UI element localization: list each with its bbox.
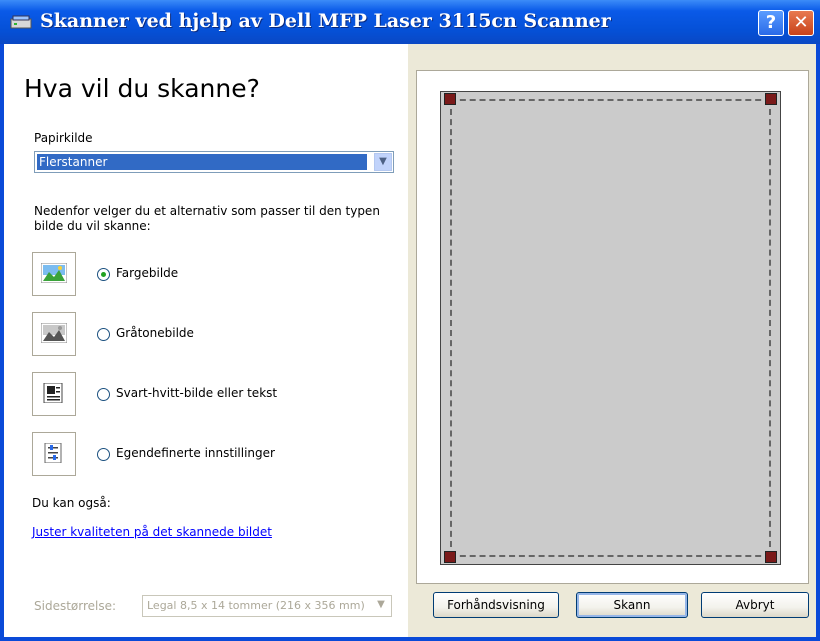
grayscale-picture-icon[interactable] bbox=[32, 312, 76, 356]
radio-custom-settings[interactable] bbox=[97, 448, 110, 461]
radio-color-picture[interactable] bbox=[97, 268, 110, 281]
scanner-icon bbox=[10, 15, 32, 29]
custom-settings-icon[interactable] bbox=[32, 432, 76, 476]
chevron-down-icon[interactable]: ▼ bbox=[374, 153, 392, 171]
radio-grayscale-picture[interactable] bbox=[97, 328, 110, 341]
window-title: Skanner ved hjelp av Dell MFP Laser 3115… bbox=[40, 10, 611, 32]
crop-handle-bottom-right[interactable] bbox=[765, 551, 777, 563]
paper-source-value: Flerstanner bbox=[37, 154, 367, 170]
dialog-body: Hva vil du skanne? Papirkilde Flerstanne… bbox=[4, 44, 816, 637]
preview-area bbox=[416, 70, 809, 584]
option-label-color[interactable]: Fargebilde bbox=[116, 266, 178, 280]
page-size-label: Sidestørrelse: bbox=[34, 599, 117, 613]
title-bar[interactable]: Skanner ved hjelp av Dell MFP Laser 3115… bbox=[0, 0, 820, 44]
option-label-custom[interactable]: Egendefinerte innstillinger bbox=[116, 446, 275, 460]
option-label-grayscale[interactable]: Gråtonebilde bbox=[116, 326, 194, 340]
page-size-select[interactable]: Legal 8,5 x 14 tommer (216 x 356 mm) ▼ bbox=[142, 595, 392, 617]
also-label: Du kan også: bbox=[32, 496, 111, 510]
color-picture-icon[interactable] bbox=[32, 252, 76, 296]
scan-type-description: Nedenfor velger du et alternativ som pas… bbox=[34, 204, 380, 233]
cancel-button[interactable]: Avbryt bbox=[701, 592, 809, 618]
crop-handle-bottom-left[interactable] bbox=[444, 551, 456, 563]
paper-source-label: Papirkilde bbox=[34, 131, 93, 145]
adjust-quality-link[interactable]: Juster kvaliteten på det skannede bildet bbox=[32, 525, 272, 539]
preview-pane: Forhåndsvisning Skann Avbryt bbox=[408, 44, 816, 637]
scan-dialog: Skanner ved hjelp av Dell MFP Laser 3115… bbox=[0, 0, 820, 641]
radio-black-white[interactable] bbox=[97, 388, 110, 401]
page-heading: Hva vil du skanne? bbox=[24, 74, 260, 103]
help-button[interactable]: ? bbox=[758, 10, 784, 36]
crop-selection[interactable] bbox=[450, 99, 771, 557]
left-pane: Hva vil du skanne? Papirkilde Flerstanne… bbox=[4, 44, 408, 637]
black-white-text-icon[interactable] bbox=[32, 372, 76, 416]
chevron-down-icon[interactable]: ▼ bbox=[372, 597, 390, 615]
close-button[interactable]: ✕ bbox=[788, 10, 814, 36]
crop-handle-top-right[interactable] bbox=[765, 93, 777, 105]
crop-handle-top-left[interactable] bbox=[444, 93, 456, 105]
scan-button[interactable]: Skann bbox=[576, 592, 688, 618]
page-size-value: Legal 8,5 x 14 tommer (216 x 356 mm) bbox=[147, 599, 365, 612]
option-label-black-white[interactable]: Svart-hvitt-bilde eller tekst bbox=[116, 386, 277, 400]
preview-button[interactable]: Forhåndsvisning bbox=[433, 592, 559, 618]
paper-source-select[interactable]: Flerstanner ▼ bbox=[34, 151, 394, 173]
